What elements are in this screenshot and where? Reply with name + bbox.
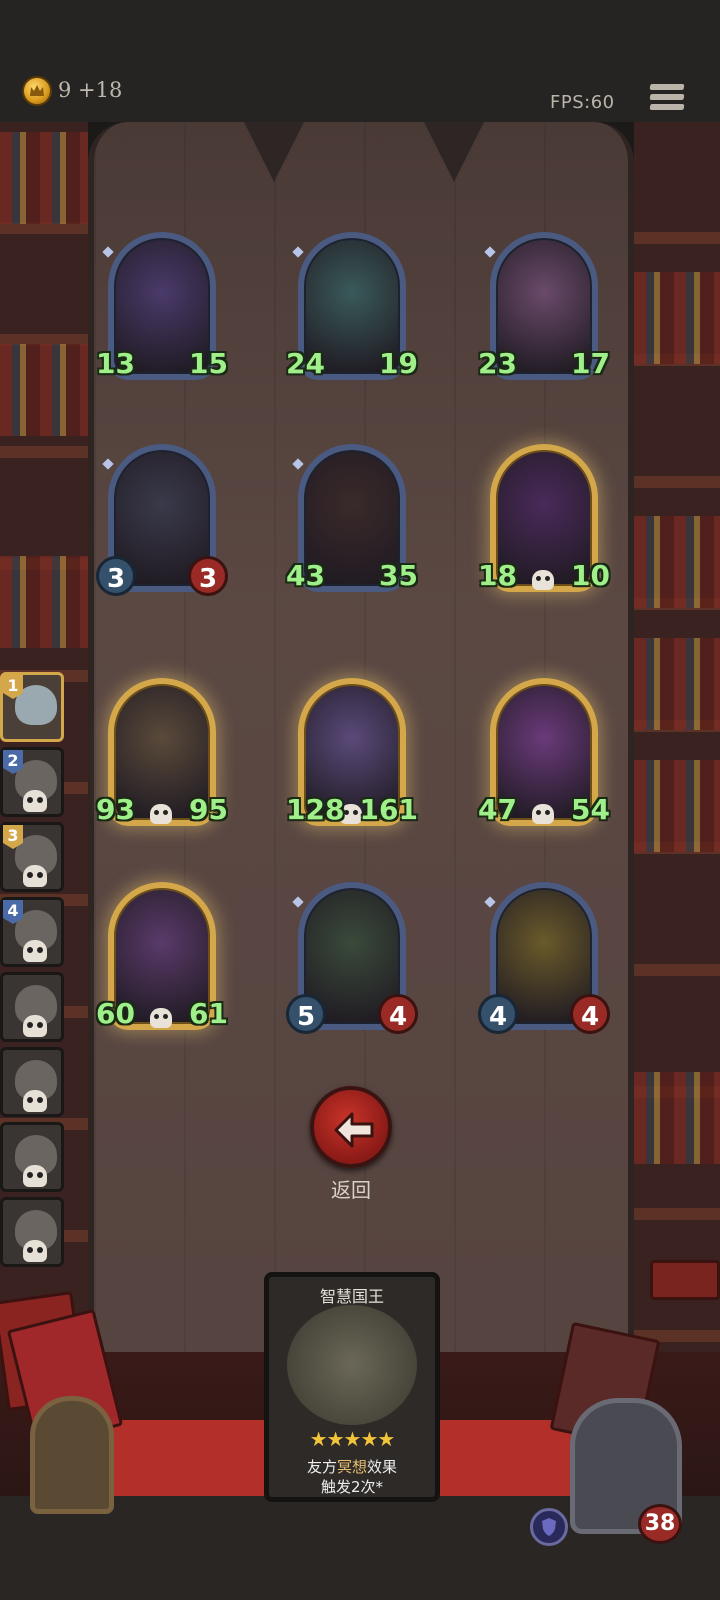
attack-stat: 93 xyxy=(96,793,135,826)
attack-stat: 18 xyxy=(478,559,517,592)
attack-stat: 47 xyxy=(478,793,517,826)
queue-slot[interactable] xyxy=(0,1197,64,1267)
skull-icon xyxy=(23,1240,47,1262)
attack-stat: 23 xyxy=(478,347,517,380)
upgrade-gem-icon xyxy=(484,896,496,908)
enemy-health-badge: 38 xyxy=(638,1504,682,1544)
back-arrow-icon xyxy=(334,1112,374,1148)
minion-card[interactable]: 54 xyxy=(286,876,418,1036)
crown-coin-icon xyxy=(22,76,52,106)
attack-stat: 4 xyxy=(478,994,518,1034)
minion-card[interactable]: 44 xyxy=(478,876,610,1036)
health-stat: 10 xyxy=(571,559,610,592)
skull-icon xyxy=(23,790,47,812)
desc-prefix: 友方 xyxy=(306,1458,337,1476)
upgrade-gem-icon xyxy=(102,458,114,470)
card-detail-title: 智慧国王 xyxy=(319,1287,384,1306)
attack-stat: 5 xyxy=(286,994,326,1034)
health-stat: 4 xyxy=(378,994,418,1034)
upgrade-gem-icon xyxy=(484,246,496,258)
health-stat: 54 xyxy=(571,793,610,826)
attack-stat: 13 xyxy=(96,347,135,380)
back-button[interactable] xyxy=(310,1086,392,1168)
queue-slot[interactable] xyxy=(0,1122,64,1192)
health-stat: 19 xyxy=(379,347,418,380)
queue-slot[interactable] xyxy=(0,1047,64,1117)
queue-slot[interactable] xyxy=(0,972,64,1042)
skull-icon xyxy=(532,804,554,824)
card-detail-panel[interactable]: 智慧国王 ★★★★★ 友方冥想效果 触发2次* xyxy=(264,1272,440,1502)
attack-stat: 60 xyxy=(96,997,135,1030)
desc-highlight: 冥想 xyxy=(336,1458,367,1476)
skull-icon xyxy=(23,940,47,962)
back-label: 返回 xyxy=(331,1178,371,1202)
skull-icon xyxy=(23,1165,47,1187)
desc-suffix: 效果 xyxy=(367,1458,398,1476)
desc-line2: 触发2次* xyxy=(320,1478,384,1496)
upgrade-gem-icon xyxy=(292,458,304,470)
minion-card[interactable]: 23 17 xyxy=(478,226,610,386)
queue-slot[interactable]: 2 xyxy=(0,747,64,817)
minion-card[interactable]: 93 95 xyxy=(96,672,228,832)
card-detail-description: 友方冥想效果 触发2次* xyxy=(273,1457,431,1497)
star-rating: ★★★★★ xyxy=(309,1427,396,1451)
attack-stat: 128 xyxy=(286,793,345,826)
hamburger-menu-icon[interactable] xyxy=(649,84,685,116)
attack-stat: 3 xyxy=(96,556,136,596)
gold-counter: 9 +18 xyxy=(58,78,123,102)
minion-card[interactable]: 18 10 xyxy=(478,438,610,598)
shield-icon[interactable] xyxy=(530,1508,568,1546)
player-hero-portrait[interactable] xyxy=(30,1396,114,1514)
queue-slot[interactable]: 4 xyxy=(0,897,64,967)
health-stat: 35 xyxy=(379,559,418,592)
attack-stat: 43 xyxy=(286,559,325,592)
health-stat: 95 xyxy=(189,793,228,826)
fps-counter: FPS:60 xyxy=(550,92,615,113)
queue-slot[interactable]: 3 xyxy=(0,822,64,892)
upgrade-gem-icon xyxy=(102,246,114,258)
minion-card[interactable]: 43 35 xyxy=(286,438,418,598)
minion-card[interactable]: 24 19 xyxy=(286,226,418,386)
minion-card[interactable]: 47 54 xyxy=(478,672,610,832)
minion-card[interactable]: 128 161 xyxy=(286,672,418,832)
right-bookshelf xyxy=(634,122,720,1352)
health-stat: 61 xyxy=(189,997,228,1030)
skull-icon xyxy=(532,570,554,590)
queue-slot[interactable]: 1 xyxy=(0,672,64,742)
health-stat: 15 xyxy=(189,347,228,380)
health-stat: 17 xyxy=(571,347,610,380)
health-stat: 3 xyxy=(188,556,228,596)
skull-icon xyxy=(150,804,172,824)
minion-card[interactable]: 33 xyxy=(96,438,228,598)
upgrade-gem-icon xyxy=(292,246,304,258)
book-pile-right-2 xyxy=(650,1260,720,1300)
health-stat: 4 xyxy=(570,994,610,1034)
card-detail-portrait xyxy=(287,1305,417,1425)
skull-icon xyxy=(150,1008,172,1028)
minion-card[interactable]: 60 61 xyxy=(96,876,228,1036)
upgrade-gem-icon xyxy=(292,896,304,908)
turn-queue: 1234 xyxy=(0,672,68,1272)
attack-stat: 24 xyxy=(286,347,325,380)
health-stat: 161 xyxy=(359,793,418,826)
skull-icon xyxy=(23,1090,47,1112)
skull-icon xyxy=(23,865,47,887)
minion-card[interactable]: 13 15 xyxy=(96,226,228,386)
skull-icon xyxy=(23,1015,47,1037)
top-bar: 9 +18 FPS:60 xyxy=(0,0,720,122)
